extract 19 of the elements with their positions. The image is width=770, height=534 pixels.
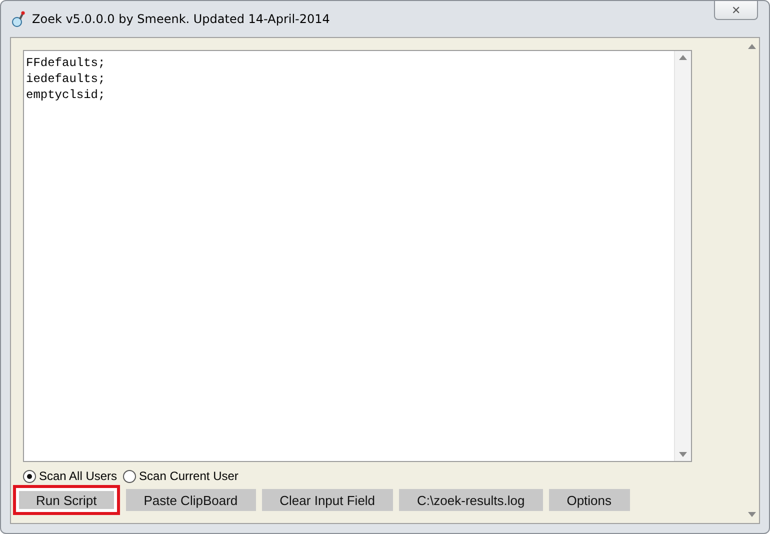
magnifier-icon — [10, 11, 26, 27]
close-button[interactable]: ✕ — [714, 1, 758, 20]
action-button[interactable]: Clear Input Field — [262, 489, 394, 511]
scroll-down-icon[interactable] — [679, 452, 687, 457]
scrollbar[interactable] — [674, 51, 691, 461]
scroll-up-icon[interactable] — [679, 55, 687, 60]
script-line: iedefaults; — [26, 71, 106, 87]
action-button[interactable]: Options — [548, 489, 630, 511]
action-button[interactable]: Paste ClipBoard — [126, 489, 256, 511]
scan-radio[interactable]: Scan All Users — [23, 469, 118, 483]
scan-radio[interactable]: Scan Current User — [123, 469, 238, 483]
action-button[interactable]: Run Script — [13, 485, 120, 515]
script-line: emptyclsid; — [26, 87, 106, 103]
script-line: FFdefaults; — [26, 55, 106, 71]
scroll-down-icon[interactable] — [748, 512, 756, 517]
script-input-field[interactable]: FFdefaults; iedefaults; emptyclsid; — [23, 50, 692, 462]
window-title: Zoek v5.0.0.0 by Smeenk. Updated 14-April-2014 — [32, 12, 330, 26]
action-button[interactable]: C:\zoek-results.log — [399, 489, 543, 511]
scroll-up-icon[interactable] — [748, 44, 756, 49]
